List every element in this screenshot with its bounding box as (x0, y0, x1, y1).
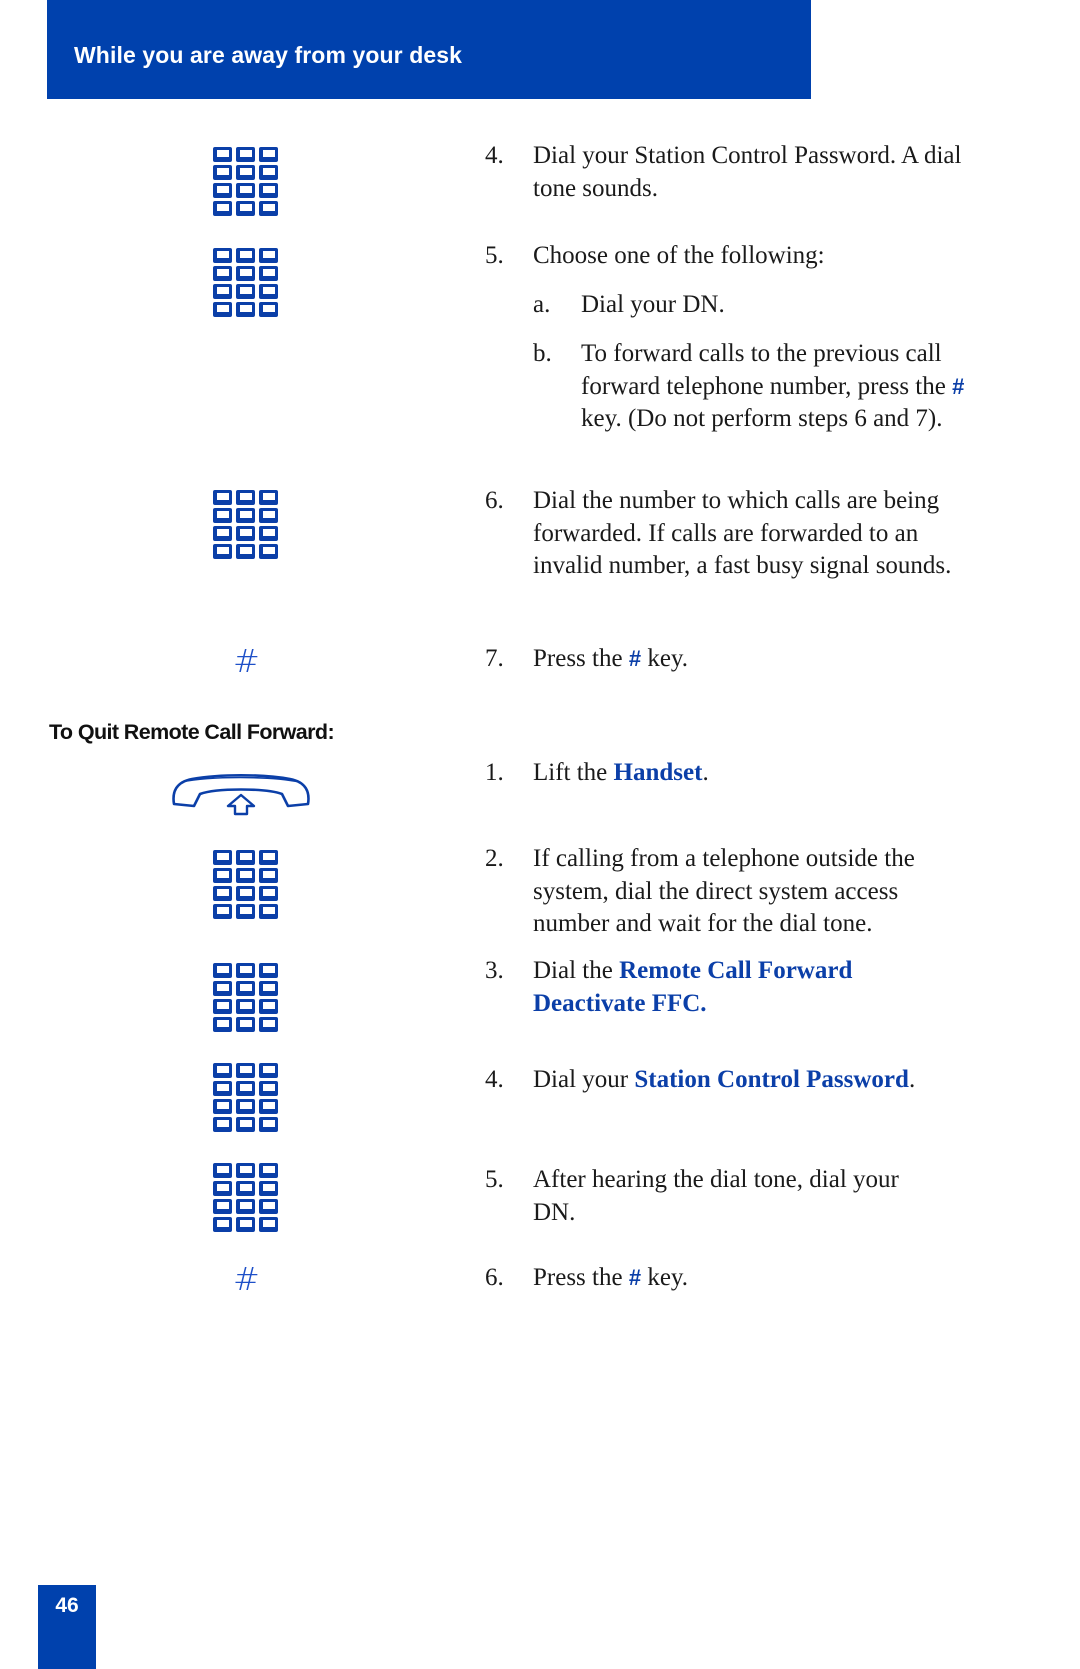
step-text: Dial the Remote Call Forward Deactivate … (533, 957, 853, 1017)
step-number: 5. (485, 242, 504, 269)
keypad-icon (213, 1163, 278, 1232)
keypad-icon (213, 850, 278, 919)
option-text: To forward calls to the previous call fo… (581, 340, 965, 432)
step-text: Choose one of the following: (533, 242, 825, 269)
page-number-tab: 46 (38, 1585, 96, 1669)
step-text: Lift the Handset. (533, 759, 709, 786)
hash-key-icon: # (233, 1260, 260, 1298)
step-number: 5. (485, 1166, 504, 1193)
page-number: 46 (55, 1594, 79, 1617)
keypad-icon (213, 147, 278, 216)
step-number: 3. (485, 957, 504, 984)
step-text: Press the # key. (533, 1264, 689, 1291)
section-heading-quit-remote-call-forward: To Quit Remote Call Forward: (49, 720, 335, 744)
hash-key-label: # (952, 373, 965, 399)
step-number: 6. (485, 487, 504, 514)
keypad-icon (213, 1063, 278, 1132)
step-text: Dial your Station Control Password. (533, 1066, 916, 1093)
step-number: 1. (485, 759, 504, 786)
step-number: 2. (485, 845, 504, 872)
handset-lift-icon (172, 773, 310, 816)
keypad-icon (213, 963, 278, 1032)
step-number: 4. (485, 142, 504, 169)
step-text: Press the # key. (533, 645, 689, 672)
step-number: 7. (485, 645, 504, 672)
step-number: 6. (485, 1264, 504, 1291)
option-letter: a. (533, 291, 551, 318)
hash-key-label: # (628, 646, 642, 671)
option-text: Dial your DN. (581, 291, 725, 318)
handset-term: Handset (613, 759, 703, 786)
keypad-icon (213, 490, 278, 559)
hash-key-label: # (628, 1265, 642, 1290)
keypad-icon (213, 248, 278, 317)
step-text: If calling from a telephone outside the … (533, 845, 915, 937)
station-control-password-term: Station Control Password (634, 1066, 909, 1093)
hash-key-icon: # (233, 642, 260, 680)
step-text: Dial your Station Control Password. A di… (533, 142, 962, 202)
page-header-title: While you are away from your desk (74, 42, 463, 68)
step-text: Dial the number to which calls are being… (533, 487, 952, 579)
option-letter: b. (533, 340, 552, 367)
step-text: After hearing the dial tone, dial your D… (533, 1166, 899, 1226)
step-number: 4. (485, 1066, 504, 1093)
